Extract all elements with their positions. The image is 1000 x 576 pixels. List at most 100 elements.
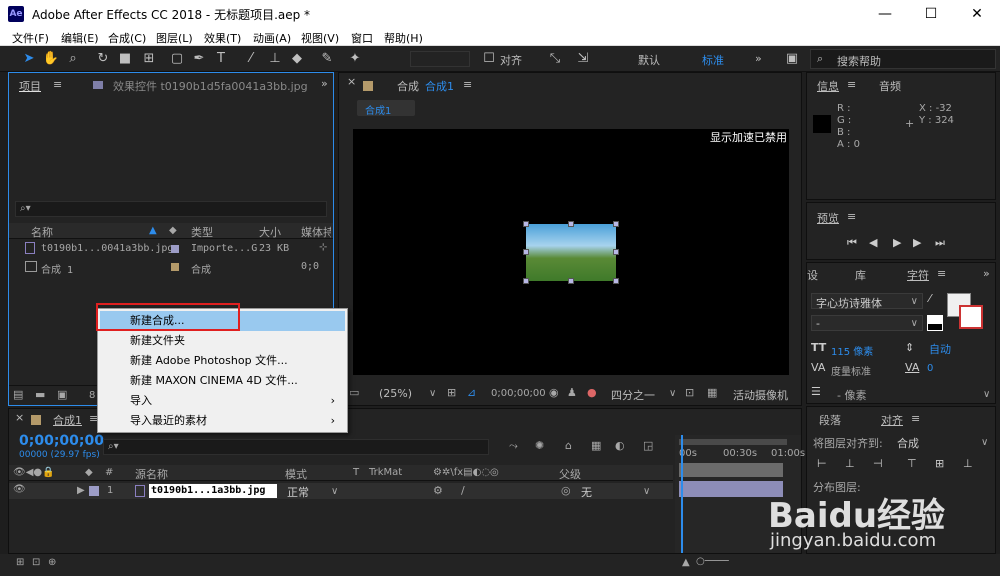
align-right-icon[interactable]: ⊣ (873, 457, 883, 470)
hand-tool-icon[interactable]: ✋ (42, 50, 60, 68)
workspace-more-icon[interactable]: » (755, 52, 762, 65)
black-swatch[interactable] (927, 323, 943, 331)
visibility-icon[interactable]: 👁 (13, 484, 26, 495)
transform-handle[interactable] (613, 221, 619, 227)
new-composition-icon[interactable]: ▣ (57, 388, 67, 401)
column-type[interactable]: 类型 (191, 224, 213, 240)
tab-effects-presets[interactable]: 设 (807, 267, 818, 283)
menu-animation[interactable]: 动画(A) (253, 30, 291, 46)
sort-icon[interactable]: ▲ (149, 225, 157, 236)
leading-value[interactable]: 自动 (929, 341, 951, 357)
show-snapshot-icon[interactable]: ♟ (567, 386, 577, 399)
help-search-box[interactable]: ⌕ 搜索帮助 (810, 49, 996, 69)
align-top-icon[interactable]: ⊤ (907, 457, 917, 470)
rectangle-tool-icon[interactable]: ▢ (168, 50, 186, 68)
chevron-down-icon[interactable]: ∨ (331, 486, 338, 497)
align-bottom-icon[interactable]: ⊥ (963, 457, 973, 470)
roto-brush-tool-icon[interactable]: ✎ (318, 50, 336, 68)
tab-library[interactable]: 库 (855, 267, 866, 283)
menu-effect[interactable]: 效果(T) (204, 30, 241, 46)
kerning-value[interactable]: 度量标准 (831, 363, 871, 378)
workspace-standard[interactable]: 标准 (702, 52, 724, 68)
layer-name-box[interactable]: t0190b1...1a3bb.jpg (149, 484, 277, 498)
menu-view[interactable]: 视图(V) (301, 30, 339, 46)
tab-paragraph[interactable]: 段落 (819, 412, 841, 428)
frame-blending-icon[interactable]: ▦ (591, 439, 601, 452)
font-size-value[interactable]: 115 像素 (831, 343, 873, 358)
tab-project[interactable]: 项目 (19, 78, 41, 94)
tab-composition-name[interactable]: 合成1 (425, 78, 454, 94)
fit-icon[interactable]: ⊞ (447, 386, 456, 399)
comp-breadcrumb[interactable]: 合成1 (357, 100, 415, 117)
tab-timeline-comp[interactable]: 合成1 (53, 412, 82, 428)
menu-window[interactable]: 窗口 (351, 30, 373, 46)
align-to-dropdown[interactable]: 合成 (897, 435, 919, 451)
align-checkbox-icon[interactable]: ☐ (480, 50, 498, 68)
zoom-slider[interactable]: ○──── (696, 556, 729, 567)
timeline-layer-row[interactable]: 👁 ▶ 1 t0190b1...1a3bb.jpg 正常 ∨ ⚙ / ◎ 无 ∨ (9, 483, 673, 499)
camera-dropdown[interactable]: 活动摄像机 (733, 387, 788, 403)
panel-more-icon[interactable]: » (321, 77, 328, 90)
tracking-value[interactable]: 0 (927, 363, 933, 374)
maximize-button[interactable]: ☐ (908, 0, 954, 28)
label-color-swatch[interactable] (89, 486, 99, 496)
shy-layers-icon[interactable]: ⌂ (565, 439, 572, 452)
stroke-color-swatch[interactable] (959, 305, 983, 329)
tab-align[interactable]: 对齐 (881, 412, 903, 428)
composition-viewer[interactable]: 显示加速已禁用 (353, 129, 789, 375)
transform-handle[interactable] (613, 278, 619, 284)
column-t[interactable]: T (353, 467, 359, 478)
indent-value[interactable]: - 像素 (837, 387, 866, 403)
minimize-button[interactable]: — (862, 0, 908, 28)
layer-image-preview[interactable] (523, 221, 619, 284)
expand-icon[interactable]: ⇲ (574, 50, 592, 68)
zoom-tool-icon[interactable]: ⌕ (64, 50, 82, 68)
selection-tool-icon[interactable]: ➤ (20, 50, 38, 68)
comp-mini-flowchart-icon[interactable]: ⤳ (509, 439, 518, 453)
zoom-dropdown[interactable]: (25%) (379, 387, 412, 400)
chevron-down-icon[interactable]: ∨ (981, 437, 988, 448)
menu-item-new-cinema4d-file[interactable]: 新建 MAXON CINEMA 4D 文件... (100, 371, 345, 391)
column-size[interactable]: 大小 (259, 224, 281, 240)
chevron-down-icon[interactable]: ∨ (643, 486, 650, 497)
menu-help[interactable]: 帮助(H) (384, 30, 423, 46)
transform-handle[interactable] (523, 221, 529, 227)
clone-stamp-tool-icon[interactable]: ⊥ (266, 50, 284, 68)
label-color-swatch[interactable] (171, 245, 179, 253)
menu-layer[interactable]: 图层(L) (156, 30, 193, 46)
graph-editor-icon[interactable]: ◲ (643, 439, 653, 452)
menu-item-import-recent[interactable]: 导入最近的素材 › (100, 411, 345, 431)
menu-item-new-folder[interactable]: 新建文件夹 (100, 331, 345, 351)
tab-info[interactable]: 信息 (817, 78, 839, 94)
chevron-down-icon[interactable]: ∨ (669, 388, 676, 399)
draft-3d-icon[interactable]: ✺ (535, 439, 544, 452)
transform-handle[interactable] (568, 221, 574, 227)
snap-icon[interactable]: ⤡ (546, 50, 564, 68)
parent-dropdown[interactable]: 无 (581, 484, 592, 500)
title-safe-icon[interactable]: ⊿ (467, 386, 476, 399)
tab-character[interactable]: 字符 (907, 267, 929, 283)
resolution-dropdown[interactable]: 四分之一 (611, 387, 655, 403)
pickwhip-icon[interactable]: ◎ (561, 484, 571, 497)
rotate-tool-icon[interactable]: ↻ (94, 50, 112, 68)
camera-tool-icon[interactable]: ■ (116, 50, 134, 68)
panel-more-icon[interactable]: » (983, 267, 990, 280)
pan-behind-tool-icon[interactable]: ⊞ (140, 50, 158, 68)
quality-switch-icon[interactable]: / (461, 484, 465, 497)
close-tab-icon[interactable]: × (347, 75, 356, 88)
eyedropper-icon[interactable]: ⁄ (929, 292, 931, 305)
pen-tool-icon[interactable]: ✒ (190, 50, 208, 68)
toggle-modes-icon[interactable]: ⊡ (32, 557, 40, 568)
comp-timecode[interactable]: 0;00;00;00 (491, 388, 546, 399)
column-source-name[interactable]: 源名称 (135, 466, 168, 482)
close-button[interactable]: ✕ (954, 0, 1000, 28)
menu-file[interactable]: 文件(F) (12, 30, 49, 46)
column-trkmat[interactable]: TrkMat (369, 467, 402, 478)
toggle-switches-icon[interactable]: ⊞ (16, 557, 24, 568)
new-folder-icon[interactable]: ▬ (35, 388, 45, 401)
align-left-icon[interactable]: ⊢ (817, 457, 827, 470)
menu-icon[interactable]: ≡ (463, 78, 472, 91)
next-frame-icon[interactable]: ▶ (913, 236, 921, 249)
previous-frame-icon[interactable]: ◀ (869, 236, 877, 249)
timeline-timecode[interactable]: 0;00;00;00 (19, 433, 104, 449)
